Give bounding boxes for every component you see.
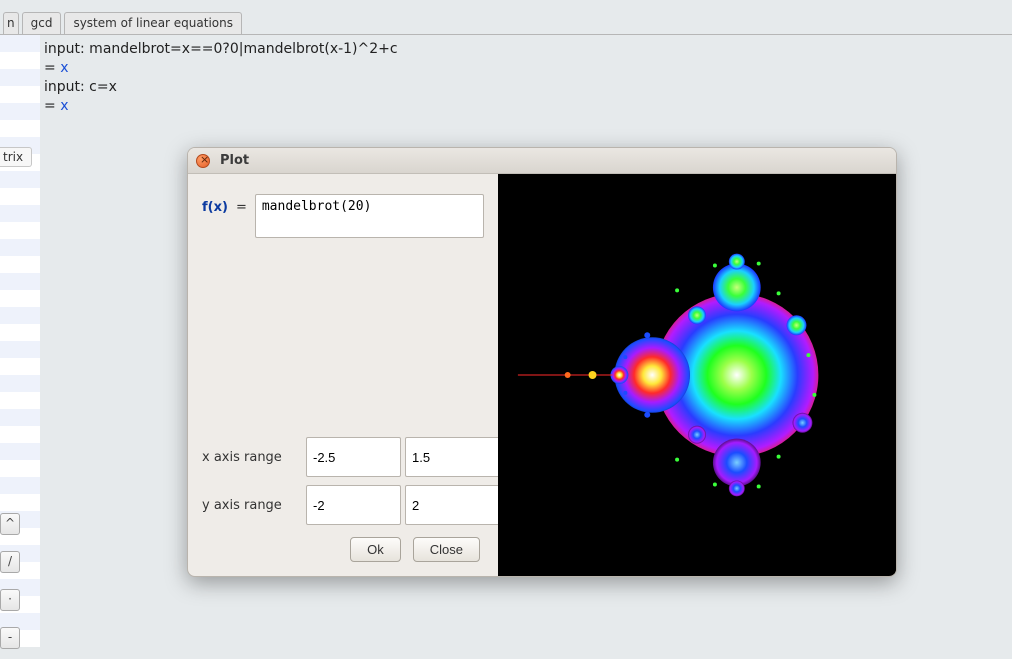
tab-separator — [0, 34, 1012, 35]
close-button[interactable]: Close — [413, 537, 480, 562]
dot-button[interactable]: · — [0, 589, 20, 611]
sidebar-tab-matrix[interactable]: trix — [0, 147, 32, 167]
plot-dialog: Plot f(x) = x axis range y axis range Ok… — [187, 147, 897, 577]
tab-bar: n gcd system of linear equations — [0, 12, 242, 34]
fx-label: f(x) — [202, 194, 228, 215]
dialog-titlebar[interactable]: Plot — [188, 148, 896, 174]
console-line: input: c=x — [44, 78, 1004, 97]
console-line: input: mandelbrot=x==0?0|mandelbrot(x-1)… — [44, 40, 1004, 59]
slash-button[interactable]: / — [0, 551, 20, 573]
tab-system-linear[interactable]: system of linear equations — [64, 12, 242, 34]
caret-button[interactable]: ^ — [0, 513, 20, 535]
console-line: = x — [44, 59, 1004, 78]
mandelbrot-plot — [498, 175, 896, 575]
x-min-input[interactable] — [306, 437, 401, 477]
x-range-label: x axis range — [202, 450, 302, 465]
operator-button-stack: ^ / · - — [0, 513, 20, 649]
plot-canvas — [498, 174, 896, 576]
console-line: = x — [44, 97, 1004, 116]
x-max-input[interactable] — [405, 437, 500, 477]
y-min-input[interactable] — [306, 485, 401, 525]
y-max-input[interactable] — [405, 485, 500, 525]
tab-gcd[interactable]: gcd — [22, 12, 62, 34]
ok-button[interactable]: Ok — [350, 537, 401, 562]
tab-truncated[interactable]: n — [3, 12, 19, 34]
function-input[interactable] — [255, 194, 484, 238]
close-icon[interactable] — [196, 154, 210, 168]
y-range-label: y axis range — [202, 498, 302, 513]
minus-button[interactable]: - — [0, 627, 20, 649]
result-value: x — [60, 98, 68, 114]
result-value: x — [60, 60, 68, 76]
equals-label: = — [236, 194, 247, 215]
plot-controls-pane: f(x) = x axis range y axis range Ok Clos… — [188, 174, 498, 576]
dialog-title: Plot — [220, 153, 249, 168]
